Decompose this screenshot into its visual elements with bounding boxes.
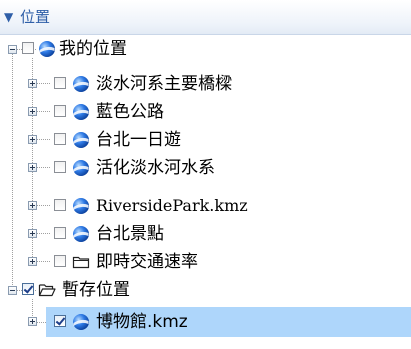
expand-toggle-icon[interactable] <box>28 163 37 172</box>
globe-icon <box>39 41 55 57</box>
expand-toggle-icon[interactable] <box>28 317 37 326</box>
tree-node-place[interactable]: 台北一日遊 <box>0 128 411 154</box>
tree-node-temp-places[interactable]: 暫存位置 <box>0 279 411 305</box>
tree-node-label: 藍色公路 <box>96 102 164 122</box>
tree-node-label: RiversidePark.kmz <box>96 196 248 215</box>
tree-node-place[interactable]: 活化淡水河水系 <box>0 156 411 182</box>
expand-toggle-icon[interactable] <box>28 229 37 238</box>
globe-icon <box>73 104 89 120</box>
layer-checkbox[interactable] <box>54 227 66 239</box>
expand-toggle-icon[interactable] <box>28 135 37 144</box>
tree-node-label: 淡水河系主要橋樑 <box>96 74 232 94</box>
layer-checkbox[interactable] <box>54 161 66 173</box>
layer-checkbox[interactable] <box>54 77 66 89</box>
expand-toggle-icon[interactable] <box>28 107 37 116</box>
layer-checkbox[interactable] <box>54 133 66 145</box>
globe-icon <box>73 76 89 92</box>
globe-icon <box>73 160 89 176</box>
layer-checkbox[interactable] <box>54 315 66 327</box>
tree-node-label: 暫存位置 <box>62 280 130 300</box>
tree-node-folder[interactable]: 即時交通速率 <box>0 250 411 276</box>
tree-node-selected-place[interactable]: 博物館.kmz <box>0 309 411 335</box>
tree-node-my-places[interactable]: 我的位置 <box>0 38 411 64</box>
temp-places-checkbox[interactable] <box>22 283 34 295</box>
layer-checkbox[interactable] <box>54 199 66 211</box>
tree-node-label: 活化淡水河水系 <box>96 158 215 178</box>
expand-toggle-icon[interactable] <box>28 257 37 266</box>
tree-node-place[interactable]: 淡水河系主要橋樑 <box>0 72 411 98</box>
collapse-toggle-icon[interactable] <box>8 45 17 54</box>
expand-toggle-icon[interactable] <box>28 79 37 88</box>
folder-icon <box>72 256 90 269</box>
expand-toggle-icon[interactable] <box>28 201 37 210</box>
globe-icon <box>73 132 89 148</box>
tree-node-place[interactable]: 台北景點 <box>0 222 411 248</box>
tree-node-label: 台北景點 <box>96 224 164 244</box>
layer-checkbox[interactable] <box>54 105 66 117</box>
globe-icon <box>73 226 89 242</box>
tree-node-place[interactable]: RiversidePark.kmz <box>0 194 411 220</box>
my-places-checkbox[interactable] <box>22 42 34 54</box>
tree-node-label: 我的位置 <box>59 39 127 59</box>
collapse-toggle-icon[interactable] <box>8 286 17 295</box>
tree-node-place[interactable]: 藍色公路 <box>0 100 411 126</box>
globe-icon <box>73 314 89 330</box>
open-folder-icon <box>38 284 56 297</box>
tree-node-label: 台北一日遊 <box>96 130 181 150</box>
tree-node-label: 博物館.kmz <box>96 312 188 332</box>
globe-icon <box>73 198 89 214</box>
tree-node-label: 即時交通速率 <box>96 252 198 272</box>
layer-checkbox[interactable] <box>54 255 66 267</box>
